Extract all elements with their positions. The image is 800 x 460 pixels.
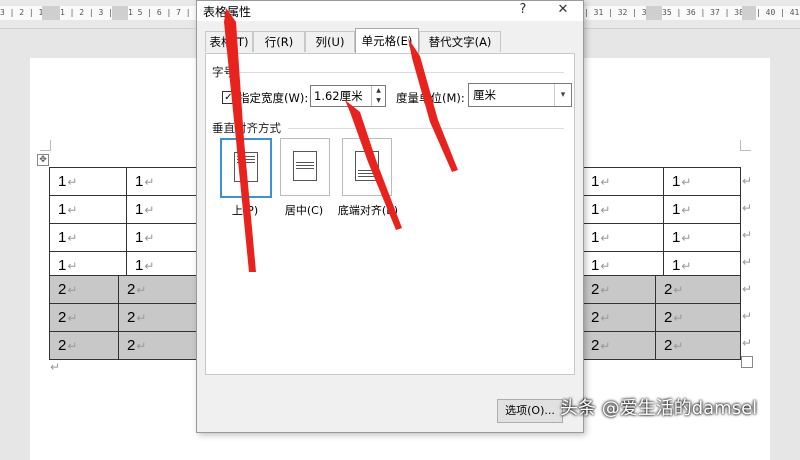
watermark-text: 头条 @爱生活的damsel — [560, 398, 758, 419]
annotation-arrow — [345, 100, 402, 230]
annotation-arrow — [408, 38, 458, 172]
annotation-arrows — [224, 8, 458, 272]
annotation-arrow — [224, 8, 256, 272]
